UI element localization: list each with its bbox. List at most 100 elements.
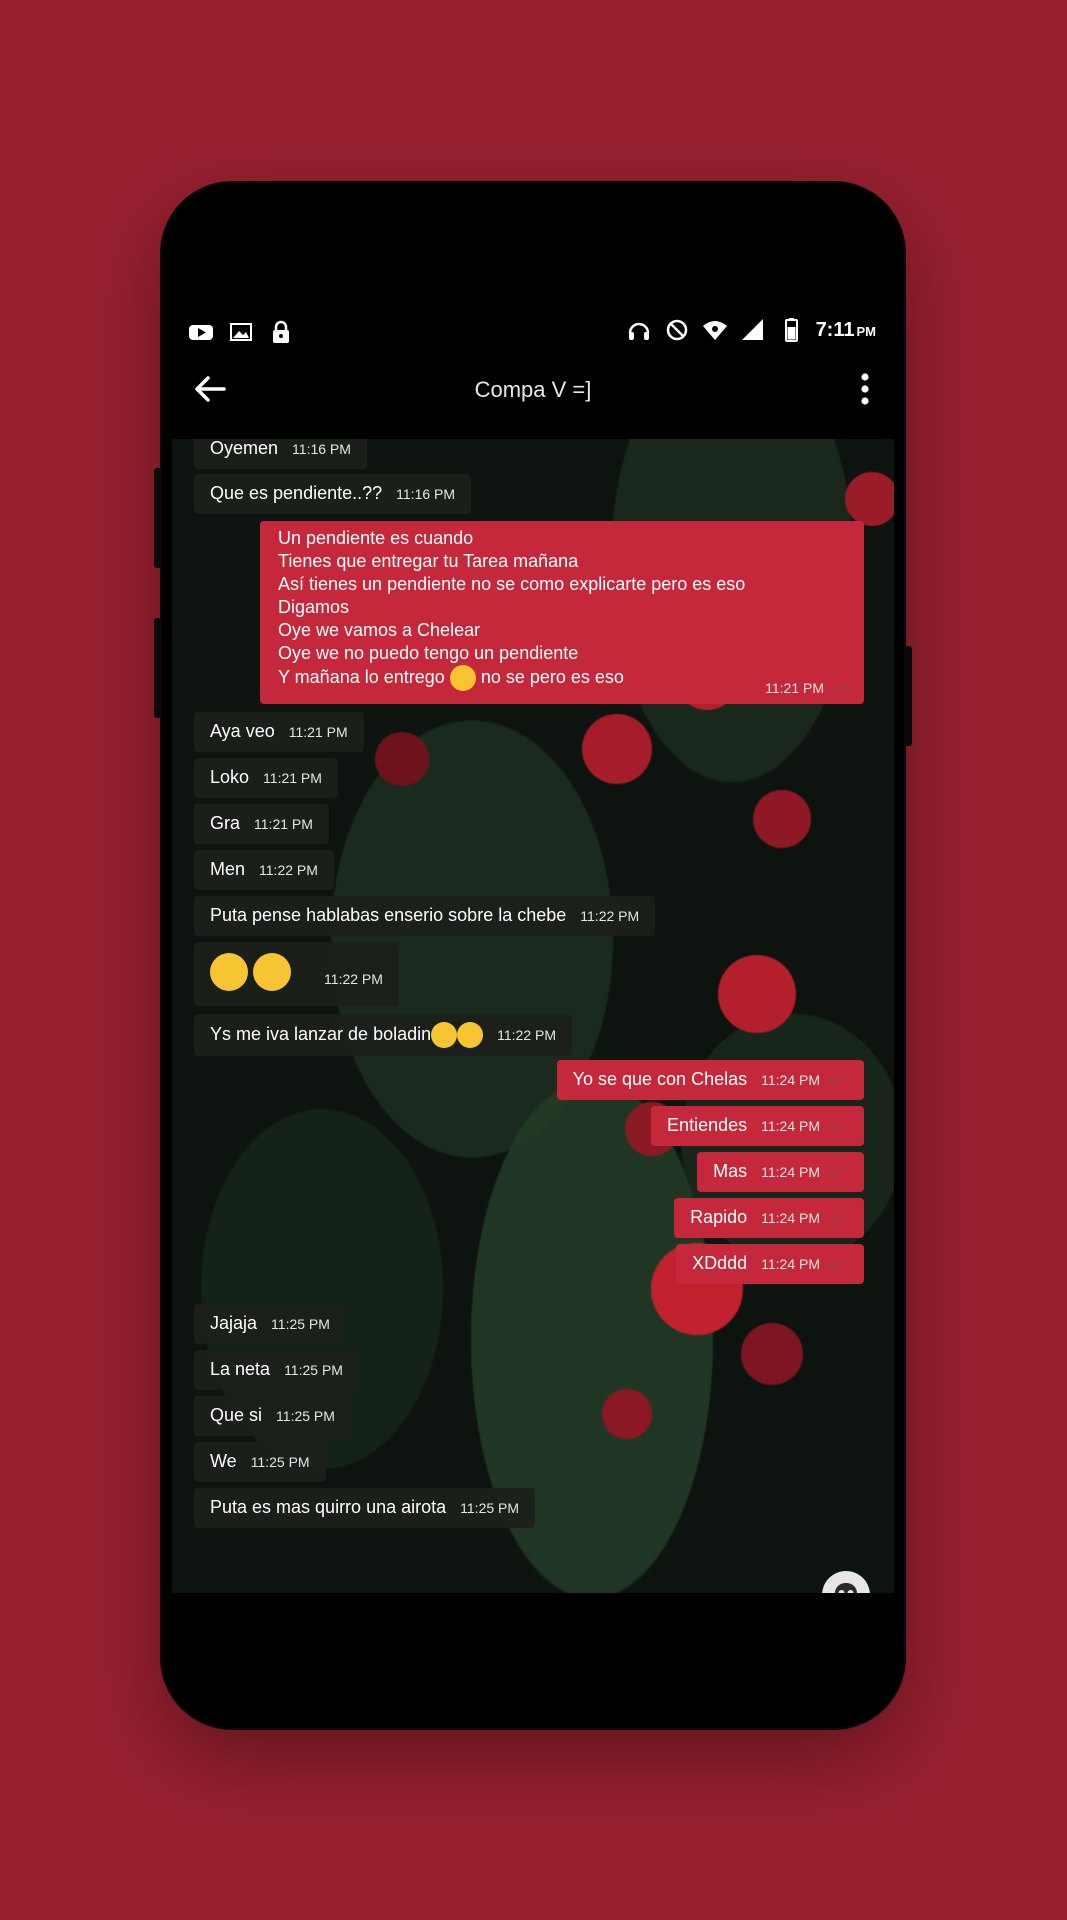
headphones-icon [628,322,649,340]
laughing-emoji-icon [253,953,292,991]
message-line: Digamos [278,597,350,617]
side-button-right [904,646,912,746]
screen: 7:11 PM Compa V =] Oyemen 11:16 PM Que es … [172,311,894,1593]
clock-ampm: PM [856,323,877,339]
message-incoming[interactable]: Loko 11:21 PM [194,758,338,798]
message-time: 11:25 PM [276,1408,335,1424]
message-text: Rapido [690,1207,748,1227]
chat-title[interactable]: Compa V =] [172,377,894,403]
message-line: Tienes que entregar tu Tarea mañana [278,551,579,571]
lock-icon [273,320,289,343]
message-outgoing[interactable]: XDddd 11:24 PM [676,1244,864,1284]
wifi-icon [702,321,727,340]
message-text: Entiendes [667,1115,748,1135]
phone-frame: 7:11 PM Compa V =] Oyemen 11:16 PM Que es … [154,183,912,1728]
message-line: Así tienes un pendiente no se como expli… [278,574,746,594]
message-line: Oye we no puedo tengo un pendiente [278,643,579,663]
message-line: Un pendiente es cuando [278,528,474,548]
message-incoming[interactable]: Oyemen 11:16 PM [194,439,367,469]
message-text: Que es pendiente..?? [210,483,383,503]
message-line: no se pero es eso [480,666,624,687]
message-line: Y mañana lo entrego [278,666,445,687]
power-button [154,618,162,718]
message-incoming[interactable]: Men 11:22 PM [194,850,334,890]
message-incoming[interactable]: We 11:25 PM [194,1442,326,1482]
message-time: 11:24 PM [761,1164,820,1180]
message-time: 11:21 PM [254,816,313,832]
message-time: 11:21 PM [765,680,824,696]
message-text: Puta es mas quirro una airota [210,1497,447,1517]
message-time: 11:22 PM [324,971,383,987]
message-time: 11:21 PM [288,724,348,740]
message-line: Oye we vamos a Chelear [278,620,481,640]
message-time: 11:24 PM [761,1210,820,1226]
double-check-icon [826,1259,845,1271]
message-text: La neta [210,1359,271,1379]
message-incoming[interactable]: Puta pense hablabas enserio sobre la che… [194,896,656,936]
message-time: 11:22 PM [259,862,318,878]
skull-fab-button[interactable] [822,1571,870,1593]
message-outgoing[interactable]: Yo se que con Chelas 11:24 PM [556,1060,864,1100]
message-outgoing-long[interactable]: Un pendiente es cuando Tienes que entreg… [260,521,864,704]
more-vert-icon[interactable] [858,369,872,409]
message-time: 11:25 PM [460,1500,520,1516]
signal-icon [741,319,763,340]
message-incoming[interactable]: Aya veo 11:21 PM [194,712,364,752]
message-time: 11:16 PM [292,441,351,457]
message-time: 11:25 PM [284,1362,343,1378]
message-time: 11:16 PM [396,486,456,502]
message-incoming[interactable]: Jajaja 11:25 PM [194,1304,346,1344]
battery-icon [784,318,798,342]
status-bar: 7:11 PM [172,311,894,355]
message-incoming[interactable]: Puta es mas quirro una airota 11:25 PM [194,1488,536,1528]
message-outgoing[interactable]: Entiendes 11:24 PM [651,1106,864,1146]
message-time: 11:24 PM [761,1072,820,1088]
message-text: XDddd [692,1253,748,1273]
double-check-icon [830,683,849,695]
message-text: Loko [210,767,250,787]
message-time: 11:21 PM [263,770,322,786]
laughing-emoji-icon [457,1022,484,1048]
double-check-icon [826,1167,845,1179]
double-check-icon [826,1075,845,1087]
message-text: Aya veo [210,721,275,741]
message-text: Oyemen [210,439,279,458]
image-icon [230,323,252,341]
message-incoming[interactable]: La neta 11:25 PM [194,1350,359,1390]
message-time: 11:24 PM [761,1118,820,1134]
app-bar: Compa V =] [172,355,894,422]
double-check-icon [826,1121,845,1133]
message-text: We [210,1451,237,1471]
message-text: Que si [210,1405,263,1425]
message-text: Yo se que con Chelas [572,1069,748,1089]
message-time: 11:25 PM [271,1316,330,1332]
message-text: Mas [713,1161,748,1181]
do-not-disturb-icon [666,319,687,341]
message-text: Gra [210,813,241,833]
message-time: 11:22 PM [497,1026,557,1043]
chat-area[interactable]: Oyemen 11:16 PM Que es pendiente..?? 11:16… [172,439,894,1593]
message-text: Puta pense hablabas enserio sobre la che… [210,905,567,925]
message-incoming[interactable]: Gra 11:21 PM [194,804,329,844]
message-incoming-emoji[interactable]: 11:22 PM [194,942,399,1006]
message-time: 11:24 PM [761,1256,820,1272]
laughing-emoji-icon [449,665,476,691]
message-text: Ys me iva lanzar de boladin [210,1023,432,1044]
message-outgoing[interactable]: Rapido 11:24 PM [674,1198,864,1238]
volume-button [154,468,162,568]
message-time: 11:22 PM [580,908,640,924]
sweat-smile-emoji-icon [210,953,248,991]
message-incoming[interactable]: Ys me iva lanzar de boladin 11:22 PM [194,1014,573,1056]
youtube-icon [189,325,213,340]
message-footer: 11:21 PM [751,676,852,700]
sweat-smile-emoji-icon [431,1022,458,1048]
message-incoming[interactable]: Que si 11:25 PM [194,1396,351,1436]
clock: 7:11 PM [816,319,876,342]
message-text: Men [210,859,246,879]
message-time: 11:25 PM [250,1454,310,1470]
message-incoming[interactable]: Que es pendiente..?? 11:16 PM [194,474,472,514]
message-outgoing[interactable]: Mas 11:24 PM [697,1152,864,1192]
message-text: Jajaja [210,1313,258,1333]
double-check-icon [826,1213,845,1225]
clock-time: 7:11 [815,318,855,341]
